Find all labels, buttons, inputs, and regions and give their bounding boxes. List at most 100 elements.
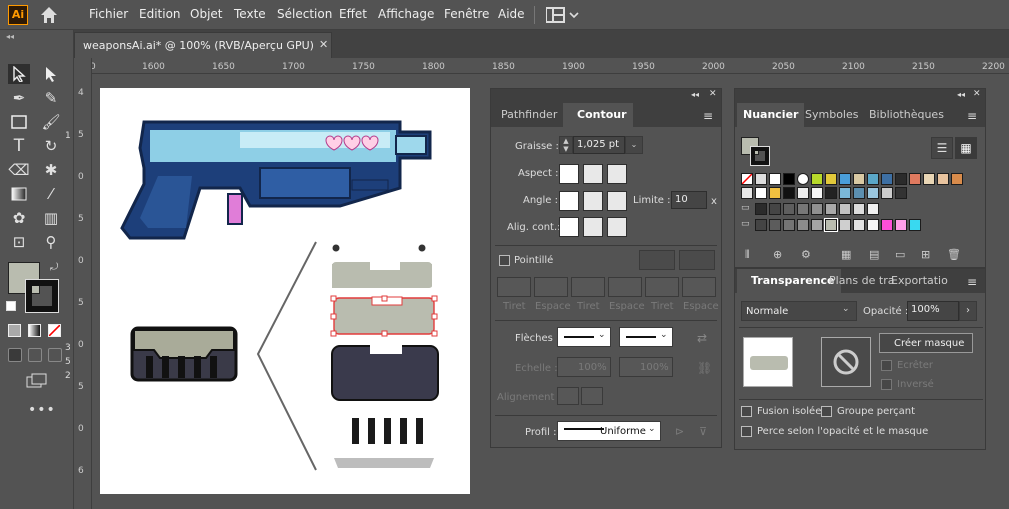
swatch[interactable]	[755, 203, 767, 215]
dash-align-button[interactable]	[679, 250, 715, 270]
swatch[interactable]	[895, 187, 907, 199]
menu-effet[interactable]: Effet	[339, 7, 367, 21]
swatch[interactable]	[881, 173, 893, 185]
swatch[interactable]	[825, 187, 837, 199]
swatch[interactable]	[783, 173, 795, 185]
collapse-icon[interactable]: ◂◂	[6, 32, 14, 41]
menu-affichage[interactable]: Affichage	[378, 7, 434, 21]
profile-dropdown[interactable]: Uniforme ⌄	[557, 421, 661, 441]
mask-thumbnail[interactable]	[821, 337, 871, 387]
puppet-warp-tool-icon[interactable]: ✱	[40, 160, 62, 180]
dashed-checkbox[interactable]	[499, 255, 510, 266]
rectangle-tool-icon[interactable]	[8, 112, 30, 132]
swatch[interactable]	[783, 187, 795, 199]
tab-nuancier[interactable]: Nuancier	[737, 103, 805, 127]
menu-selection[interactable]: Sélection	[277, 7, 332, 21]
swatch[interactable]	[783, 203, 795, 215]
swatch[interactable]	[825, 173, 837, 185]
swatch[interactable]	[811, 219, 823, 231]
artboard-tool-icon[interactable]: ⊡	[8, 232, 30, 252]
swatch[interactable]	[769, 219, 781, 231]
close-panel-icon[interactable]: ✕	[973, 89, 981, 99]
swatch[interactable]	[839, 219, 851, 231]
menu-edition[interactable]: Edition	[139, 7, 181, 21]
panel-menu-icon[interactable]: ≡	[703, 109, 713, 123]
curvature-tool-icon[interactable]: ✎	[40, 88, 62, 108]
round-join-button[interactable]	[583, 191, 603, 211]
eraser-tool-icon[interactable]: ⌫	[8, 160, 30, 180]
color-mode-icon[interactable]	[8, 324, 21, 337]
projecting-cap-button[interactable]	[607, 164, 627, 184]
tab-symboles[interactable]: Symboles	[799, 103, 864, 127]
zoom-tool-icon[interactable]: ⚲	[40, 232, 62, 252]
more-tools-icon[interactable]: •••	[28, 402, 56, 418]
swatch[interactable]	[741, 187, 753, 199]
knockout-group-checkbox[interactable]	[821, 406, 832, 417]
tab-bibliotheques[interactable]: Bibliothèques	[863, 103, 950, 127]
app-logo[interactable]: Ai	[8, 5, 28, 25]
draw-inside-icon[interactable]	[48, 348, 62, 362]
tab-contour[interactable]: Contour	[563, 103, 633, 127]
swap-arrows-icon[interactable]: ⇄	[697, 331, 707, 345]
swatch-options-icon[interactable]: ⚙	[801, 248, 811, 261]
swatch[interactable]	[839, 203, 851, 215]
swatch[interactable]	[923, 173, 935, 185]
menu-texte[interactable]: Texte	[234, 7, 266, 21]
menu-objet[interactable]: Objet	[190, 7, 222, 21]
rotate-tool-icon[interactable]: ↻	[40, 136, 62, 156]
swatch[interactable]	[853, 219, 865, 231]
new-swatch-icon[interactable]: ⊞	[921, 248, 930, 261]
screen-mode-icon[interactable]	[26, 373, 48, 392]
swatch[interactable]	[797, 173, 809, 185]
swatch[interactable]	[839, 187, 851, 199]
workspace-layout-icon[interactable]	[545, 7, 580, 26]
swatch-selected[interactable]	[824, 218, 838, 232]
swatch[interactable]	[811, 203, 823, 215]
current-stroke-swatch[interactable]	[750, 146, 770, 166]
stroke-swatch[interactable]	[25, 279, 59, 313]
gradient-tool-icon[interactable]	[8, 184, 30, 204]
none-mode-icon[interactable]	[48, 324, 61, 337]
menu-fenetre[interactable]: Fenêtre	[444, 7, 489, 21]
list-view-button[interactable]: ☰	[931, 137, 953, 159]
close-tab-icon[interactable]: ✕	[319, 38, 328, 51]
gradient-mode-icon[interactable]	[28, 324, 41, 337]
delete-swatch-icon[interactable]: 🗑	[947, 248, 961, 261]
miter-join-button[interactable]	[559, 191, 579, 211]
swap-fill-stroke-icon[interactable]: ⤾	[50, 262, 58, 273]
direct-selection-tool-icon[interactable]	[40, 64, 62, 84]
paintbrush-tool-icon[interactable]: 🖌	[40, 112, 62, 132]
swatch[interactable]	[755, 187, 767, 199]
close-panel-icon[interactable]: ✕	[709, 89, 717, 99]
swatch[interactable]	[783, 219, 795, 231]
document-tab[interactable]: weaponsAi.ai* @ 100% (RVB/Aperçu GPU) ✕	[74, 32, 332, 58]
swatch[interactable]	[909, 173, 921, 185]
object-thumbnail[interactable]	[743, 337, 793, 387]
swatch[interactable]	[797, 187, 809, 199]
weight-dropdown[interactable]: ⌄	[625, 136, 643, 154]
swatch[interactable]	[867, 203, 879, 215]
thumbnail-view-button[interactable]: ▦	[955, 137, 977, 159]
swatch[interactable]	[755, 219, 767, 231]
symbol-sprayer-tool-icon[interactable]: ✿	[8, 208, 30, 228]
align-inside-button[interactable]	[583, 217, 603, 237]
end-arrow-dropdown[interactable]: ⌄	[619, 327, 673, 347]
dash-preserve-button[interactable]	[639, 250, 675, 270]
swatch[interactable]	[853, 187, 865, 199]
opacity-mask-knockout-checkbox[interactable]	[741, 426, 752, 437]
swatch[interactable]	[769, 203, 781, 215]
selection-tool-icon[interactable]	[8, 64, 30, 84]
swatch[interactable]	[951, 173, 963, 185]
align-outside-button[interactable]	[607, 217, 627, 237]
swatch[interactable]	[839, 173, 851, 185]
collapse-icon[interactable]: ◂◂	[957, 90, 965, 99]
swatch[interactable]	[797, 203, 809, 215]
eyedropper-tool-icon[interactable]: ⁄	[40, 184, 62, 204]
bevel-join-button[interactable]	[607, 191, 627, 211]
swatch[interactable]	[811, 173, 823, 185]
swatch[interactable]	[797, 219, 809, 231]
swatch[interactable]	[867, 187, 879, 199]
swatch-libraries-menu-icon[interactable]: ⫴	[745, 248, 750, 262]
swatch[interactable]	[895, 219, 907, 231]
swatch[interactable]	[811, 187, 823, 199]
